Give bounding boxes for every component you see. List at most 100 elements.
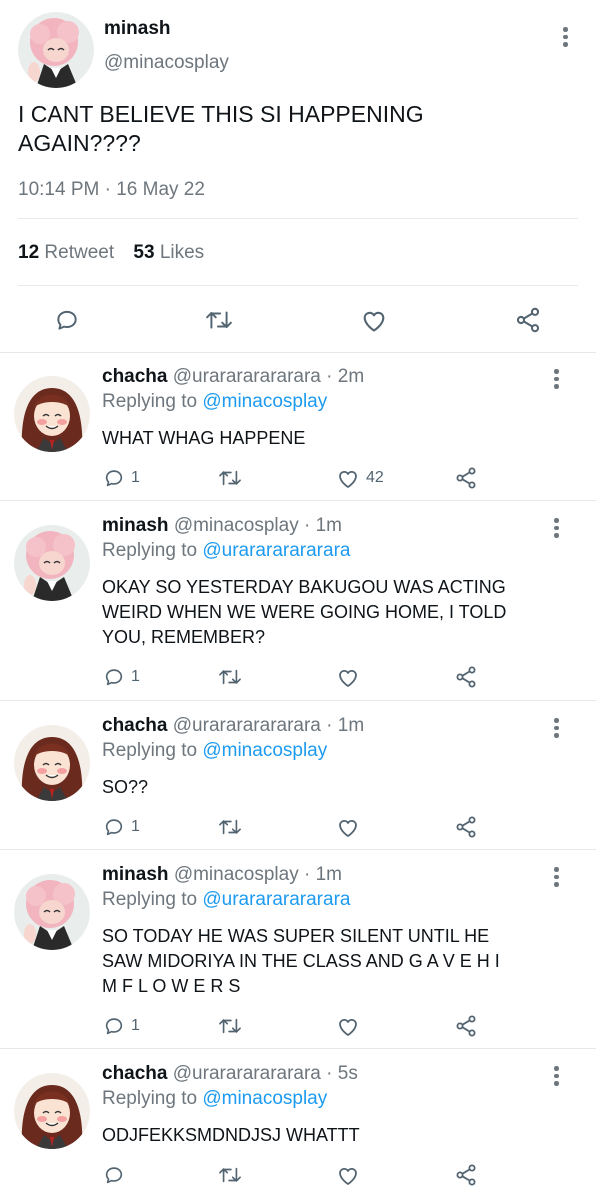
likes-count[interactable]: 53	[133, 242, 154, 263]
more-icon[interactable]	[554, 1066, 560, 1089]
reply-button[interactable]: 1	[103, 816, 140, 838]
reply-text-line: OKAY SO YESTERDAY BAKUGOU WAS ACTING	[102, 577, 506, 597]
reply-header: minash @minacosplay · 1m	[102, 864, 342, 886]
share-button[interactable]	[454, 466, 478, 490]
more-icon[interactable]	[554, 369, 560, 392]
reply-button[interactable]	[54, 307, 80, 333]
reply-header: chacha @urarararararara · 1m	[102, 715, 364, 737]
divider	[18, 218, 578, 219]
retweet-button[interactable]	[203, 307, 235, 333]
display-name[interactable]: chacha	[102, 715, 167, 736]
avatar-minash[interactable]	[14, 874, 90, 950]
retweet-button[interactable]	[216, 467, 244, 489]
handle[interactable]: @urarararararara	[173, 1063, 321, 1084]
replying-to-label: Replying to	[102, 391, 198, 412]
retweet-icon	[219, 1167, 241, 1183]
more-icon[interactable]	[554, 518, 560, 541]
handle[interactable]: @minacosplay	[174, 515, 299, 536]
retweet-button[interactable]	[216, 816, 244, 838]
reply-button[interactable]: 1	[103, 666, 140, 688]
share-icon	[456, 467, 476, 489]
reply-text-line: WHAT WHAG HAPPENE	[102, 428, 306, 448]
more-icon[interactable]	[563, 27, 569, 50]
reply-time[interactable]: · 1m	[304, 515, 342, 536]
display-name[interactable]: chacha	[102, 366, 167, 387]
reply-text: SO TODAY HE WAS SUPER SILENT UNTIL HE SAW…	[102, 924, 500, 999]
tweet-text-line: AGAIN????	[18, 130, 141, 156]
engagement-stats: 12 Retweet 53 Likes	[18, 242, 204, 264]
reply-count: 1	[131, 818, 140, 835]
reply-text: ODJFEKKSMDNDJSJ WHATTT	[102, 1123, 360, 1148]
replying-to-label: Replying to	[102, 1088, 198, 1109]
reply-count: 1	[131, 469, 140, 486]
reply-text-line: WEIRD WHEN WE WERE GOING HOME, I TOLD	[102, 602, 507, 622]
reply-button[interactable]: 1	[103, 467, 140, 489]
handle[interactable]: @urarararararara	[173, 715, 321, 736]
like-button[interactable]	[336, 666, 366, 688]
display-name[interactable]: minash	[102, 864, 169, 885]
replying-to-label: Replying to	[102, 889, 198, 910]
reply-text-line: YOU, REMEMBER?	[102, 627, 266, 647]
share-icon	[456, 1164, 476, 1186]
reply-count: 1	[131, 668, 140, 685]
likes-label[interactable]: Likes	[160, 242, 204, 263]
replying-to-link[interactable]: @minacosplay	[202, 740, 327, 761]
avatar-chacha[interactable]	[14, 1073, 90, 1149]
avatar-chacha[interactable]	[14, 376, 90, 452]
reply-header: chacha @urarararararara · 5s	[102, 1063, 358, 1085]
more-icon[interactable]	[554, 718, 560, 741]
avatar-chacha[interactable]	[14, 725, 90, 801]
reply-time[interactable]: · 2m	[326, 366, 364, 387]
replying-to: Replying to @urarararararara	[102, 540, 350, 562]
reply-time[interactable]: · 1m	[304, 864, 342, 885]
replying-to-link[interactable]: @minacosplay	[202, 1088, 327, 1109]
avatar-minash[interactable]	[18, 12, 94, 88]
like-icon	[339, 1018, 357, 1036]
like-button[interactable]: 42	[336, 467, 384, 489]
share-button[interactable]	[454, 665, 478, 689]
like-button[interactable]	[336, 816, 366, 838]
like-button[interactable]	[336, 1015, 366, 1037]
replying-to: Replying to @minacosplay	[102, 740, 327, 762]
like-button[interactable]	[336, 1164, 366, 1186]
divider	[18, 285, 578, 286]
retweet-count[interactable]: 12	[18, 242, 39, 263]
timestamp[interactable]: 10:14 PM · 16 May 22	[18, 179, 205, 201]
display-name[interactable]: chacha	[102, 1063, 167, 1084]
reply-icon	[105, 1167, 123, 1184]
retweet-icon	[219, 470, 241, 486]
share-button[interactable]	[454, 815, 478, 839]
share-button[interactable]	[454, 1163, 478, 1187]
retweet-icon	[219, 1018, 241, 1034]
display-name[interactable]: minash	[104, 18, 171, 40]
share-button[interactable]	[454, 1014, 478, 1038]
retweet-label[interactable]: Retweet	[44, 242, 114, 263]
retweet-button[interactable]	[216, 1015, 244, 1037]
reply-text: WHAT WHAG HAPPENE	[102, 426, 305, 451]
replying-to: Replying to @minacosplay	[102, 1088, 327, 1110]
replying-to-link[interactable]: @minacosplay	[202, 391, 327, 412]
handle[interactable]: @minacosplay	[174, 864, 299, 885]
like-icon	[339, 669, 357, 687]
reply-button[interactable]: 1	[103, 1015, 140, 1037]
display-name[interactable]: minash	[102, 515, 169, 536]
more-icon[interactable]	[554, 867, 560, 890]
reply-icon	[105, 1018, 123, 1035]
handle[interactable]: @minacosplay	[104, 52, 229, 74]
reply-icon	[105, 819, 123, 836]
reply-time[interactable]: · 1m	[326, 715, 364, 736]
replying-to-link[interactable]: @urarararararara	[202, 889, 350, 910]
like-count: 42	[366, 469, 384, 486]
handle[interactable]: @urarararararara	[173, 366, 321, 387]
reply-button[interactable]	[103, 1164, 131, 1186]
retweet-button[interactable]	[216, 1164, 244, 1186]
reply-header: minash @minacosplay · 1m	[102, 515, 342, 537]
reply-time[interactable]: · 5s	[326, 1063, 358, 1084]
share-button[interactable]	[514, 306, 542, 334]
replying-to-link[interactable]: @urarararararara	[202, 540, 350, 561]
like-button[interactable]	[360, 307, 388, 333]
like-icon	[363, 311, 385, 332]
retweet-button[interactable]	[216, 666, 244, 688]
avatar-minash[interactable]	[14, 525, 90, 601]
reply-icon	[105, 669, 123, 686]
